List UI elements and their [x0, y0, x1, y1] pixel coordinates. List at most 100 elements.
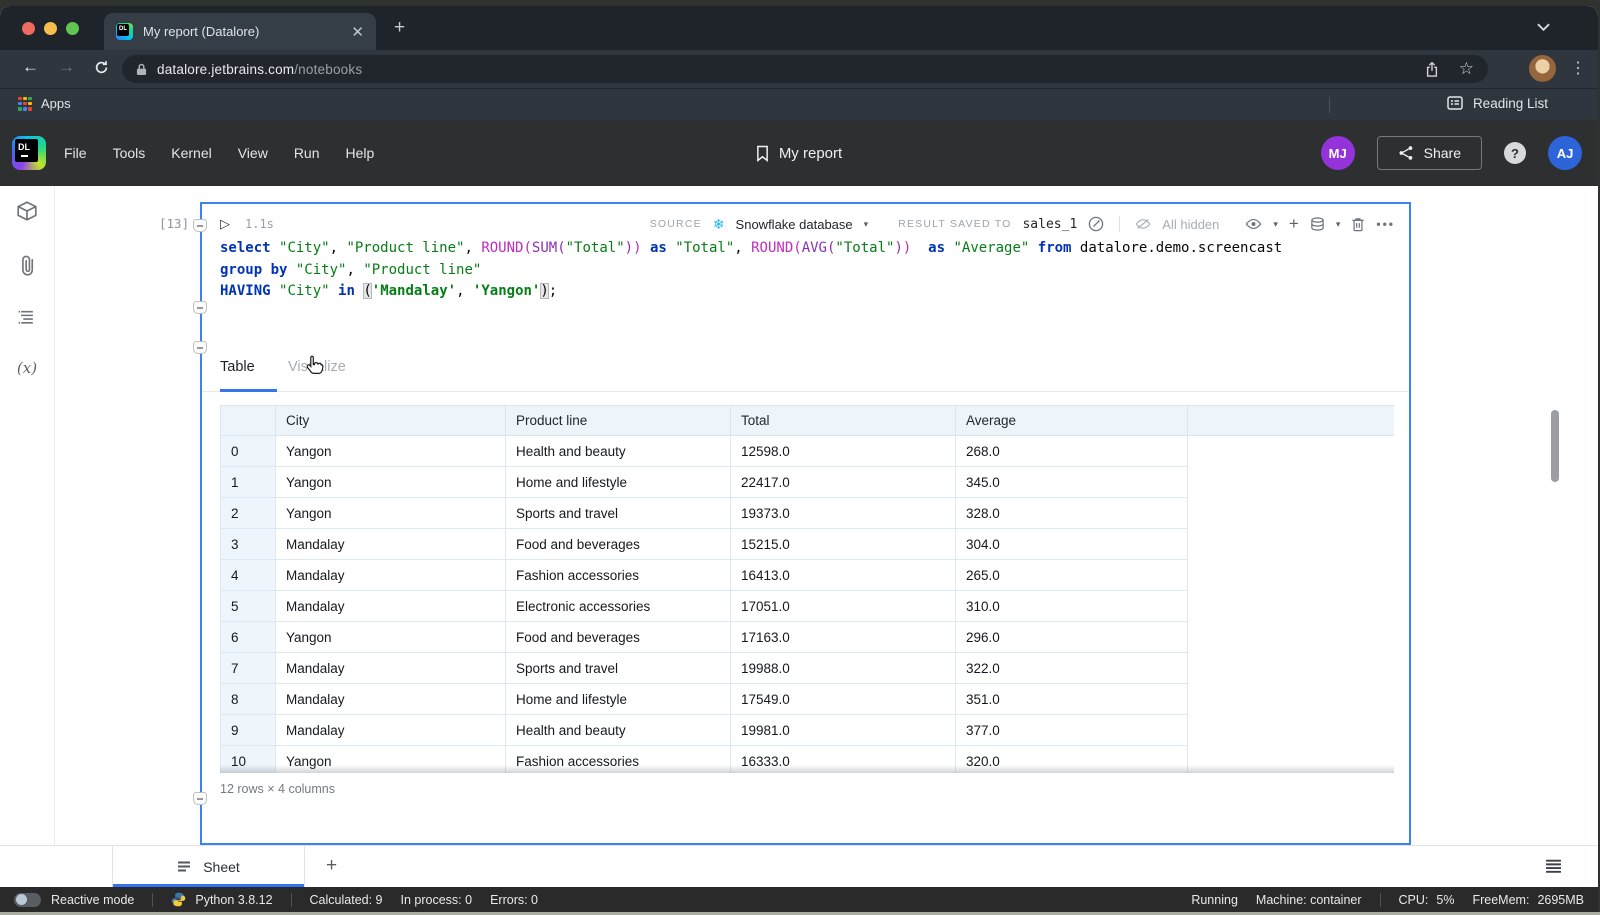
reload-button[interactable]: [94, 60, 109, 75]
browser-menu-icon[interactable]: ⋮: [1570, 58, 1586, 78]
new-tab-button[interactable]: +: [394, 18, 405, 37]
menu-kernel[interactable]: Kernel: [171, 145, 211, 161]
packages-icon[interactable]: [16, 200, 38, 222]
add-cell-icon[interactable]: +: [1289, 214, 1299, 234]
visibility-caret-icon[interactable]: ▾: [1273, 219, 1278, 230]
minimize-window-button[interactable]: [44, 22, 57, 35]
kernel-info[interactable]: Python 3.8.12: [171, 892, 272, 907]
freemem-label: FreeMem:: [1472, 893, 1529, 907]
user-avatar-aj[interactable]: AJ: [1548, 136, 1582, 170]
apps-grid-icon: [18, 97, 32, 111]
database-caret-icon[interactable]: ▾: [1336, 219, 1341, 230]
sheet-tab[interactable]: Sheet: [112, 846, 305, 887]
cell-handle[interactable]: [193, 301, 207, 314]
menu-file[interactable]: File: [64, 145, 87, 161]
cell-handle[interactable]: [193, 792, 207, 805]
close-window-button[interactable]: [22, 22, 35, 35]
column-header[interactable]: [221, 406, 276, 436]
sheet-list-icon: [177, 861, 191, 873]
header-filler: [1188, 406, 1395, 436]
sql-cell[interactable]: [13] ▷ 1.1s SOURCE ❄ Snowflake database …: [200, 202, 1411, 845]
row-index: 4: [221, 560, 276, 591]
column-header[interactable]: Total: [731, 406, 956, 436]
row-filler: [1188, 498, 1395, 529]
sheets-menu-icon[interactable]: [1545, 859, 1562, 874]
toolbar-divider: [1119, 216, 1120, 232]
variables-icon[interactable]: (x): [17, 359, 37, 377]
sql-code-editor[interactable]: select "City", "Product line", ROUND(SUM…: [220, 238, 1399, 303]
delete-cell-icon[interactable]: [1351, 217, 1365, 232]
source-value[interactable]: Snowflake database: [736, 217, 853, 232]
table-row[interactable]: 8MandalayHome and lifestyle17549.0351.0: [221, 684, 1395, 715]
table-cell: Yangon: [276, 498, 506, 529]
table-cell: Health and beauty: [506, 715, 731, 746]
forward-button[interactable]: →: [58, 57, 75, 77]
status-divider: [1380, 893, 1381, 907]
table-row[interactable]: 5MandalayElectronic accessories17051.031…: [221, 591, 1395, 622]
datalore-logo[interactable]: DL: [12, 136, 46, 170]
more-options-icon[interactable]: •••: [1376, 217, 1395, 231]
vertical-scrollbar-thumb[interactable]: [1551, 410, 1559, 482]
menu-help[interactable]: Help: [346, 145, 375, 161]
visibility-icon[interactable]: [1245, 218, 1262, 230]
url-text: datalore.jetbrains.com/notebooks: [157, 62, 362, 77]
attachments-icon[interactable]: [20, 255, 34, 276]
table-cell: 377.0: [956, 715, 1188, 746]
browser-profile-avatar[interactable]: [1529, 55, 1556, 82]
column-header[interactable]: City: [276, 406, 506, 436]
reactive-mode-toggle[interactable]: [14, 893, 41, 907]
notebook-title: My report: [779, 145, 842, 162]
table-cell: Electronic accessories: [506, 591, 731, 622]
menu-view[interactable]: View: [238, 145, 268, 161]
reactive-mode-control: Reactive mode: [14, 893, 134, 907]
table-row[interactable]: 0YangonHealth and beauty12598.0268.0: [221, 436, 1395, 467]
column-header[interactable]: Product line: [506, 406, 731, 436]
table-row[interactable]: 4MandalayFashion accessories16413.0265.0: [221, 560, 1395, 591]
collaborator-avatar-mj[interactable]: MJ: [1321, 136, 1355, 170]
zoom-window-button[interactable]: [66, 22, 79, 35]
result-link-icon[interactable]: [1088, 216, 1104, 232]
reading-list-button[interactable]: Reading List: [1447, 95, 1548, 111]
table-row[interactable]: 7MandalaySports and travel19988.0322.0: [221, 653, 1395, 684]
menu-run[interactable]: Run: [294, 145, 320, 161]
table-cell: Home and lifestyle: [506, 467, 731, 498]
add-sheet-button[interactable]: +: [326, 855, 337, 877]
column-header[interactable]: Average: [956, 406, 1188, 436]
table-row[interactable]: 6YangonFood and beverages17163.0296.0: [221, 622, 1395, 653]
source-caret-icon[interactable]: ▾: [864, 219, 869, 230]
eye-off-icon: [1135, 218, 1151, 230]
result-variable-name[interactable]: sales_1: [1022, 217, 1077, 232]
table-row[interactable]: 3MandalayFood and beverages15215.0304.0: [221, 529, 1395, 560]
table-cell: 19981.0: [731, 715, 956, 746]
back-button[interactable]: ←: [22, 57, 39, 77]
table-row[interactable]: 2YangonSports and travel19373.0328.0: [221, 498, 1395, 529]
browser-tab[interactable]: DL My report (Datalore) ✕: [104, 13, 376, 50]
row-index: 2: [221, 498, 276, 529]
tab-close-icon[interactable]: ✕: [351, 23, 364, 41]
share-page-icon[interactable]: [1425, 61, 1439, 78]
all-hidden-label: All hidden: [1162, 217, 1219, 232]
bookmark-icon: [756, 145, 769, 162]
table-cell: 310.0: [956, 591, 1188, 622]
help-button[interactable]: ?: [1504, 142, 1526, 164]
bookmarks-divider: [1329, 97, 1330, 113]
cell-handle[interactable]: [193, 219, 207, 232]
table-cell: 22417.0: [731, 467, 956, 498]
share-button[interactable]: Share: [1377, 136, 1482, 170]
tab-table[interactable]: Table: [220, 359, 255, 375]
menu-tools[interactable]: Tools: [113, 145, 146, 161]
table-cell: Mandalay: [276, 715, 506, 746]
apps-shortcut[interactable]: Apps: [18, 96, 71, 111]
address-bar[interactable]: datalore.jetbrains.com/notebooks ☆: [122, 55, 1488, 83]
table-row[interactable]: 9MandalayHealth and beauty19981.0377.0: [221, 715, 1395, 746]
bookmark-star-icon[interactable]: ☆: [1459, 59, 1474, 79]
table-row[interactable]: 1YangonHome and lifestyle22417.0345.0: [221, 467, 1395, 498]
database-icon[interactable]: [1310, 217, 1325, 232]
source-label: SOURCE: [650, 218, 702, 230]
mouse-cursor-pointer: [302, 354, 326, 380]
tab-title: My report (Datalore): [143, 24, 351, 39]
tab-search-chevron-icon[interactable]: [1537, 23, 1550, 31]
table-of-contents-icon[interactable]: [17, 309, 37, 326]
run-cell-icon[interactable]: ▷: [220, 216, 230, 232]
snowflake-icon: ❄: [713, 216, 725, 233]
